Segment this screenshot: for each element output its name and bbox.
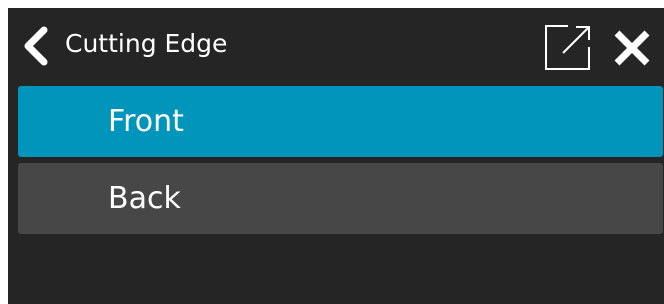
- option-front-label: Front: [108, 104, 184, 139]
- close-button[interactable]: [612, 28, 652, 68]
- panel-screen: Cutting Edge Front Back: [8, 8, 664, 304]
- chevron-left-icon: [24, 26, 48, 66]
- external-link-icon: [545, 25, 590, 70]
- option-back-label: Back: [108, 181, 181, 216]
- option-list: Front Back: [18, 86, 664, 240]
- back-button[interactable]: [18, 26, 52, 66]
- header-bar: Cutting Edge: [8, 8, 664, 84]
- page-title: Cutting Edge: [65, 29, 228, 58]
- option-back[interactable]: Back: [18, 163, 663, 234]
- popout-button[interactable]: [544, 23, 592, 71]
- option-front[interactable]: Front: [18, 86, 663, 157]
- close-icon: [614, 30, 650, 66]
